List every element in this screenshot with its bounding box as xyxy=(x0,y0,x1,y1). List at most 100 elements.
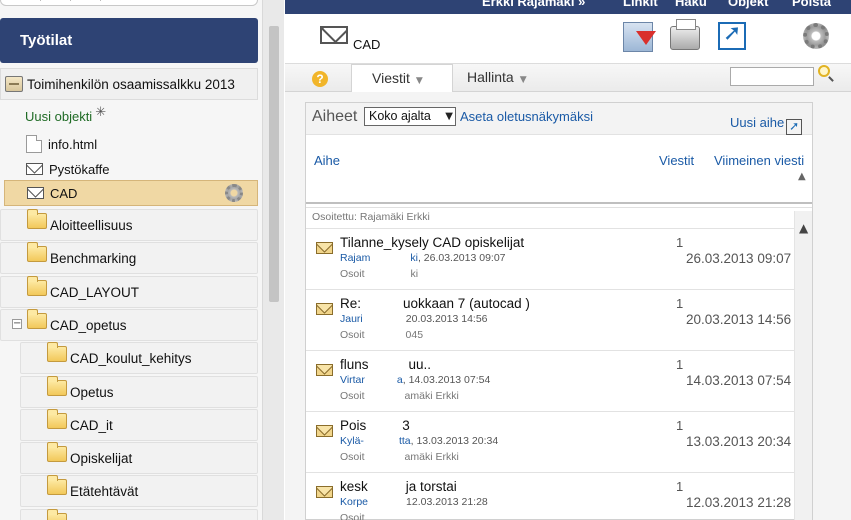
folder-icon xyxy=(47,409,67,429)
search-input[interactable] xyxy=(730,67,814,86)
message-row[interactable]: kesk ja torstai Korpe 12.03.2013 21:28 Oso… xyxy=(306,472,794,520)
message-timestamp: 12.03.2013 21:28 xyxy=(406,496,488,508)
addressee-tail: amäki Erkki xyxy=(404,451,459,463)
message-meta: Virtar a, 14.03.2013 07:54 xyxy=(340,374,490,386)
tree-folder-benchmarking[interactable]: Benchmarking xyxy=(0,242,258,274)
open-new-window-icon: ➚ xyxy=(786,119,803,135)
open-new-window-icon[interactable] xyxy=(718,21,746,50)
nav-link-haku[interactable]: Haku xyxy=(675,0,707,9)
envelope-icon xyxy=(27,187,44,199)
message-row[interactable]: Re: uokkaan 7 (autocad ) Jauri 20.03.2013 … xyxy=(306,289,794,350)
sort-ascending-icon[interactable]: ▲ xyxy=(798,171,806,182)
workspace-sidebar: Työtilat Toimihenkilön osaamissalkku 201… xyxy=(0,0,262,520)
tree-folder-aloitteellisuus[interactable]: Aloitteellisuus xyxy=(0,209,258,241)
tree-folder-cad-layout[interactable]: CAD_LAYOUT xyxy=(0,276,258,308)
message-author[interactable]: Virtar xyxy=(340,374,365,386)
addressed-to-label: Osoitettu: Rajamäki Erkki xyxy=(312,211,430,223)
message-row[interactable]: Pois 3 Kylä-tta, 13.03.2013 20:34 Osoit am… xyxy=(306,411,794,472)
message-meta: Korpe 12.03.2013 21:28 xyxy=(340,496,488,508)
tree-subfolder-etatehtavat[interactable]: Etätehtävät xyxy=(20,475,258,507)
title-tail: uokkaan 7 (autocad ) xyxy=(403,296,530,311)
folder-label: CAD_LAYOUT xyxy=(50,284,140,300)
tree-item-pystokaffe[interactable]: Pystökaffe xyxy=(0,157,258,181)
folder-icon xyxy=(27,242,47,262)
title-head: kesk xyxy=(340,479,368,494)
tree-subfolder-opiskelijat[interactable]: Opiskelijat xyxy=(20,442,258,474)
tab-label: Hallinta xyxy=(467,69,514,85)
folder-icon xyxy=(47,376,67,396)
message-author-tail: ki xyxy=(410,252,418,264)
message-title[interactable]: Pois 3 xyxy=(340,418,410,433)
folder-label: CAD_opetus xyxy=(50,317,127,333)
gear-icon[interactable] xyxy=(803,23,829,49)
new-topic-link[interactable]: Uusi aihe ➚ xyxy=(730,115,803,135)
message-addressee: Osoit 045 xyxy=(340,329,423,341)
message-meta: Jauri 20.03.2013 14:56 xyxy=(340,313,488,325)
toolbar-icon[interactable] xyxy=(31,0,41,1)
addressee-tail: ki xyxy=(410,268,419,280)
tab-viestit[interactable]: Viestit ▼ xyxy=(351,64,453,92)
gear-icon[interactable] xyxy=(225,184,243,202)
tree-subfolder-opetus[interactable]: Opetus xyxy=(20,376,258,408)
message-title[interactable]: Re: uokkaan 7 (autocad ) xyxy=(340,296,530,311)
message-addressee: Osoit xyxy=(340,512,365,520)
top-navigation-bar: Erkki Rajamäki » Linkit Haku Objekt Pois… xyxy=(285,0,851,14)
addressee-head: Osoit xyxy=(340,451,365,463)
message-author[interactable]: Rajam xyxy=(340,252,370,264)
column-header-last-message[interactable]: Viimeinen viesti xyxy=(714,153,804,168)
search-icon[interactable] xyxy=(818,65,830,77)
message-author[interactable]: Jauri xyxy=(340,313,363,325)
print-icon[interactable] xyxy=(670,19,700,50)
tab-bar: ? Viestit ▼ Hallinta ▼ xyxy=(285,64,851,92)
tree-folder-cad-opetus[interactable]: − CAD_opetus xyxy=(0,309,258,341)
message-list-scrollbar[interactable]: ▲ xyxy=(794,211,812,520)
folder-label: Etätehtävät xyxy=(70,483,139,499)
column-header-topic[interactable]: Aihe xyxy=(314,153,340,168)
tab-hallinta[interactable]: Hallinta ▼ xyxy=(447,64,547,92)
tree-item-info-html[interactable]: info.html xyxy=(0,132,258,156)
tree-subfolder-cad-it[interactable]: CAD_it xyxy=(20,409,258,441)
toolbar-icon[interactable] xyxy=(91,0,101,1)
tree-subfolder-partial[interactable] xyxy=(20,509,258,520)
tree-root-label: Toimihenkilön osaamissalkku 2013 xyxy=(27,76,235,92)
message-title[interactable]: Tilanne_kysely CAD opiskelijat xyxy=(340,235,524,250)
tree-item-cad-selected[interactable]: CAD xyxy=(4,180,258,206)
message-count: 1 xyxy=(676,357,684,372)
folder-label: CAD_koulut_kehitys xyxy=(70,350,192,366)
sidebar-scrollbar[interactable] xyxy=(262,0,284,520)
message-timestamp: , 13.03.2013 20:34 xyxy=(410,435,499,447)
tree-root-workspace[interactable]: Toimihenkilön osaamissalkku 2013 xyxy=(0,68,258,100)
message-author[interactable]: Kylä- xyxy=(340,435,364,447)
message-author[interactable]: Korpe xyxy=(340,496,368,508)
help-icon[interactable]: ? xyxy=(312,71,328,87)
toolbar-icon[interactable] xyxy=(61,0,71,1)
new-object-link[interactable]: Uusi objekti ✳ xyxy=(0,104,258,128)
tree-subfolder-cad-koulut[interactable]: CAD_koulut_kehitys xyxy=(20,342,258,374)
message-row[interactable]: Tilanne_kysely CAD opiskelijat Rajam ki, … xyxy=(306,228,794,289)
workspaces-header[interactable]: Työtilat xyxy=(0,18,258,63)
message-count: 1 xyxy=(676,296,684,311)
scrollbar-thumb[interactable] xyxy=(269,26,279,302)
folder-label: Aloitteellisuus xyxy=(50,217,133,233)
folder-icon xyxy=(27,209,47,229)
addressee-head: Osoit xyxy=(340,329,365,341)
period-select[interactable]: Koko ajalta ▼ xyxy=(364,107,456,126)
column-header-messages[interactable]: Viestit xyxy=(659,153,694,168)
panel-title: Aiheet xyxy=(312,108,358,125)
download-icon[interactable] xyxy=(623,22,656,52)
chevron-up-icon[interactable]: ▲ xyxy=(799,221,808,235)
message-title[interactable]: fluns uu.. xyxy=(340,357,431,372)
set-default-view-link[interactable]: Aseta oletusnäkymäksi xyxy=(460,109,593,124)
nav-link-poista[interactable]: Poista xyxy=(792,0,831,9)
user-menu[interactable]: Erkki Rajamäki » xyxy=(482,0,585,9)
folder-icon xyxy=(47,475,67,495)
last-message-date: 26.03.2013 09:07 xyxy=(686,251,792,266)
nav-link-linkit[interactable]: Linkit xyxy=(623,0,658,9)
nav-link-objekt[interactable]: Objekt xyxy=(728,0,768,9)
message-title[interactable]: kesk ja torstai xyxy=(340,479,457,494)
object-titlebar: CAD xyxy=(285,14,851,64)
chevron-down-icon: ▼ xyxy=(519,75,527,85)
message-row[interactable]: fluns uu.. Virtar a, 14.03.2013 07:54 Osoi… xyxy=(306,350,794,411)
collapse-toggle[interactable]: − xyxy=(12,319,22,329)
main-pane: Erkki Rajamäki » Linkit Haku Objekt Pois… xyxy=(285,0,851,520)
